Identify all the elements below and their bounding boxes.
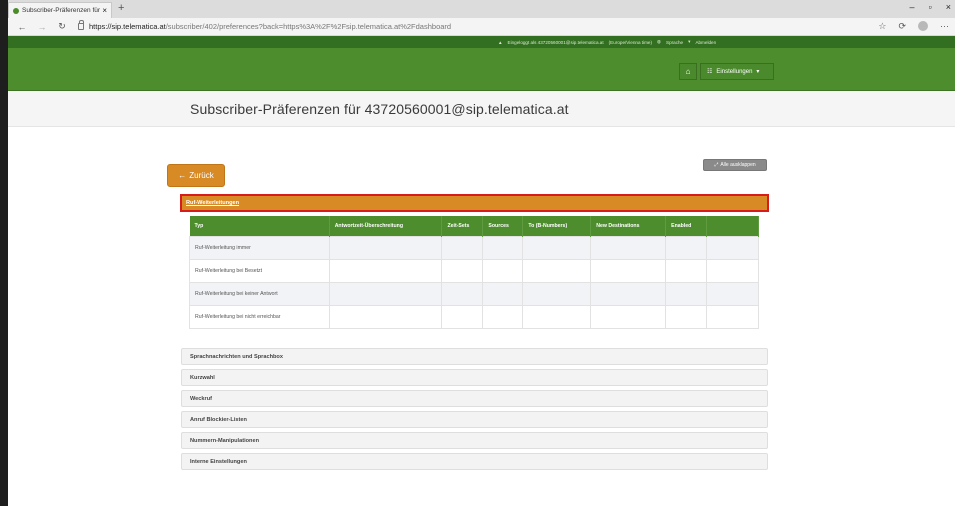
panel-header-wakeup-call[interactable]: Weckruf bbox=[181, 390, 768, 407]
favicon-icon bbox=[13, 7, 19, 14]
panel-header-voicemail[interactable]: Sprachnachrichten und Sprachbox bbox=[181, 348, 768, 365]
panel-header-internal-settings[interactable]: Interne Einstellungen bbox=[181, 453, 768, 470]
table-row[interactable]: Ruf-Weiterleitung immer bbox=[189, 235, 759, 260]
globe-icon: ◍ bbox=[656, 39, 661, 44]
column-header: Zeit-Sets bbox=[441, 216, 484, 236]
back-label: Zurück bbox=[189, 171, 214, 180]
panel-title: Interne Einstellungen bbox=[190, 458, 247, 465]
back-icon[interactable]: ← bbox=[16, 22, 28, 32]
page-header: Subscriber-Präferenzen für 43720560001@s… bbox=[8, 91, 955, 127]
settings-label: Einstellungen bbox=[716, 68, 753, 75]
new-tab-button[interactable]: + bbox=[118, 2, 124, 14]
home-icon: ⌂ bbox=[685, 67, 691, 76]
maximize-icon[interactable]: ▫ bbox=[929, 2, 932, 12]
tab-strip: Subscriber-Präferenzen für 4372 × + – ▫ … bbox=[8, 0, 955, 18]
call-forwarding-table: Typ Antwortzeit-Überschreitung Zeit-Sets… bbox=[189, 216, 759, 329]
browser-tab[interactable]: Subscriber-Präferenzen für 4372 × bbox=[8, 2, 112, 18]
column-header: To (B-Numbers) bbox=[522, 216, 592, 236]
table-header-row: Typ Antwortzeit-Überschreitung Zeit-Sets… bbox=[189, 216, 759, 236]
url-field[interactable]: https://sip.telematica.at/subscriber/402… bbox=[78, 20, 452, 31]
row-type: Ruf-Weiterleitung immer bbox=[189, 235, 330, 260]
panel-title: Anruf Blockier-Listen bbox=[190, 416, 247, 423]
forward-icon[interactable]: → bbox=[36, 22, 48, 32]
tab-close-icon[interactable]: × bbox=[102, 6, 107, 15]
window-controls: – ▫ × bbox=[910, 2, 951, 12]
panel-title: Weckruf bbox=[190, 395, 212, 402]
toolbar-icons: ☆ ⟳ ··· bbox=[878, 21, 949, 32]
panel-header-speed-dial[interactable]: Kurzwahl bbox=[181, 369, 768, 386]
refresh-icon[interactable]: ↻ bbox=[56, 21, 68, 32]
expand-all-button[interactable]: ⤢ Alle ausklappen bbox=[703, 159, 767, 171]
logout-link[interactable]: Abmelden bbox=[695, 40, 716, 45]
panel-title: Sprachnachrichten und Sprachbox bbox=[190, 353, 283, 360]
column-header: Typ bbox=[189, 216, 330, 236]
timezone-text: (Europe/Vienna time) bbox=[608, 39, 652, 45]
table-row[interactable]: Ruf-Weiterleitung bei nicht erreichbar bbox=[189, 304, 759, 329]
sync-icon[interactable]: ⟳ bbox=[898, 21, 906, 32]
close-window-icon[interactable]: × bbox=[946, 2, 951, 12]
row-type: Ruf-Weiterleitung bei keiner Antwort bbox=[189, 281, 330, 306]
row-type: Ruf-Weiterleitung bei nicht erreichbar bbox=[189, 304, 330, 329]
url-host: sip.telematica.at bbox=[111, 22, 166, 31]
column-header: Antwortzeit-Überschreitung bbox=[329, 216, 443, 236]
settings-menu-button[interactable]: ☷ Einstellungen ▾ bbox=[700, 63, 774, 80]
expand-all-label: Alle ausklappen bbox=[720, 162, 756, 168]
home-button[interactable]: ⌂ bbox=[679, 63, 697, 80]
caret-down-icon: ▾ bbox=[756, 69, 760, 75]
address-bar: ← → ↻ https://sip.telematica.at/subscrib… bbox=[8, 18, 955, 36]
main-navbar: ⌂ ☷ Einstellungen ▾ bbox=[8, 48, 955, 91]
expand-icon: ⤢ bbox=[714, 162, 719, 168]
panel-title: Kurzwahl bbox=[190, 374, 215, 381]
url-path: /subscriber/402/preferences?back=https%3… bbox=[165, 22, 452, 31]
panel-title[interactable]: Ruf-Weiterleitungen bbox=[186, 200, 239, 206]
user-info-bar: ▲ Eingeloggt als 43720560001@sip.telemat… bbox=[8, 36, 955, 48]
language-menu[interactable]: Sprache bbox=[666, 40, 683, 45]
column-header: Enabled bbox=[665, 216, 708, 236]
lock-icon bbox=[78, 20, 84, 30]
profile-icon[interactable] bbox=[918, 21, 928, 31]
user-icon: ▲ bbox=[498, 39, 503, 45]
grid-icon: ☷ bbox=[707, 69, 713, 75]
column-header bbox=[706, 216, 759, 236]
column-header: Sources bbox=[482, 216, 524, 236]
tab-title: Subscriber-Präferenzen für 4372 bbox=[22, 7, 102, 14]
minimize-icon[interactable]: – bbox=[910, 2, 915, 12]
panel-header-block-lists[interactable]: Anruf Blockier-Listen bbox=[181, 411, 768, 428]
panel-title: Nummern-Manipulationen bbox=[190, 437, 259, 444]
star-icon[interactable]: ☆ bbox=[878, 21, 886, 32]
arrow-left-icon: ← bbox=[178, 171, 187, 180]
back-button[interactable]: ← Zurück bbox=[167, 164, 225, 187]
column-header: New Destinations bbox=[590, 216, 667, 236]
panel-header-number-manipulations[interactable]: Nummern-Manipulationen bbox=[181, 432, 768, 449]
more-icon[interactable]: ··· bbox=[940, 21, 949, 32]
page-title: Subscriber-Präferenzen für 43720560001@s… bbox=[190, 101, 569, 117]
table-row[interactable]: Ruf-Weiterleitung bei keiner Antwort bbox=[189, 281, 759, 306]
table-row[interactable]: Ruf-Weiterleitung bei Besetzt bbox=[189, 258, 759, 283]
url-prefix: https:// bbox=[89, 22, 112, 31]
logged-in-text: Eingeloggt als 43720560001@sip.telematic… bbox=[507, 39, 604, 45]
caret-down-icon: ▾ bbox=[688, 39, 691, 44]
panel-header-call-forwarding[interactable]: Ruf-Weiterleitungen bbox=[180, 194, 769, 212]
row-type: Ruf-Weiterleitung bei Besetzt bbox=[189, 258, 330, 283]
